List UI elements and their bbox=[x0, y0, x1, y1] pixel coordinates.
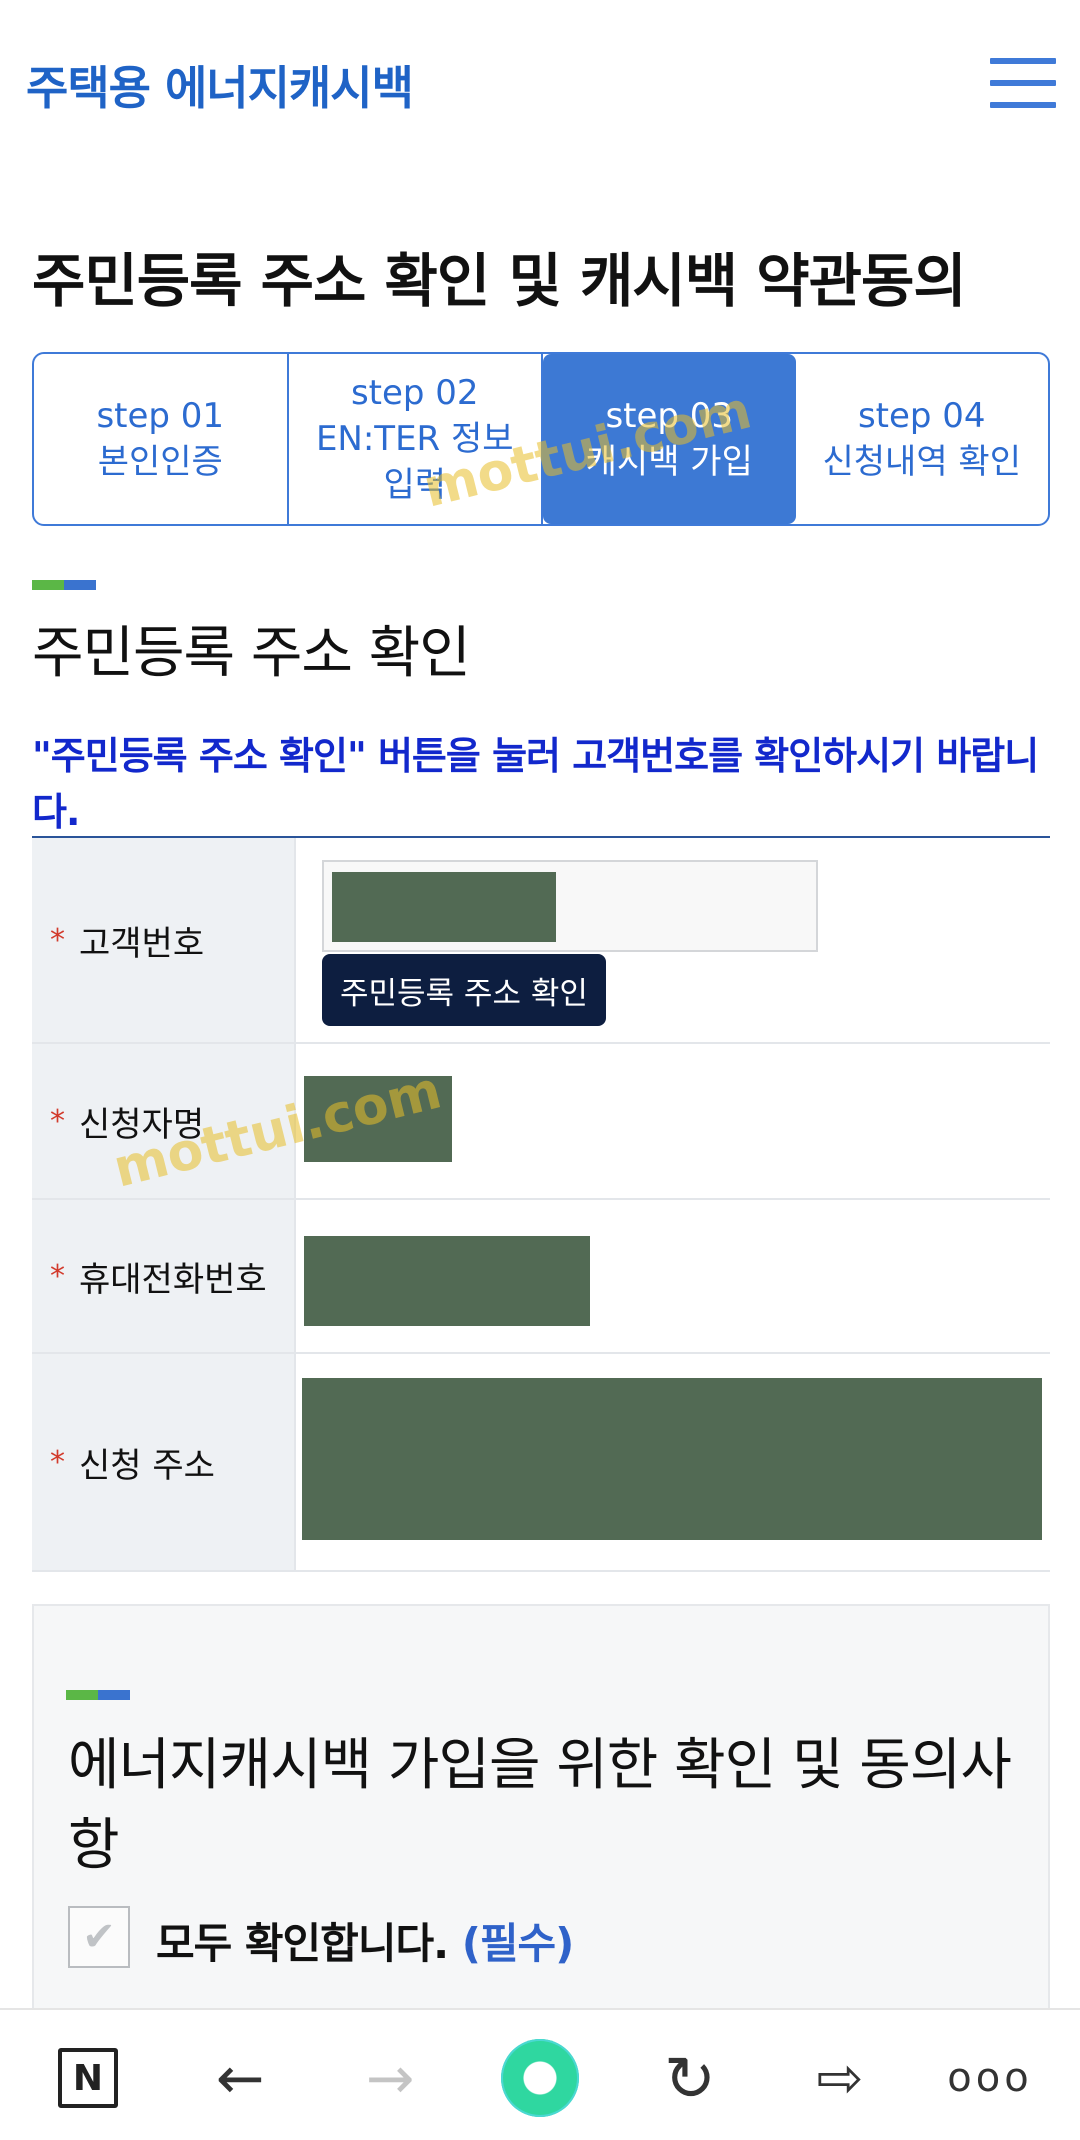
green-dot-button[interactable] bbox=[500, 2038, 580, 2118]
step-label: 신청내역 확인 bbox=[822, 442, 1022, 482]
check-icon: ✔ bbox=[82, 1914, 116, 1960]
site-logo[interactable]: 주택용 에너지캐시백 bbox=[26, 52, 414, 118]
page-title: 주민등록 주소 확인 및 캐시백 약관동의 bbox=[32, 247, 967, 315]
step-number: step 04 bbox=[857, 396, 986, 436]
step-4[interactable]: step 04 신청내역 확인 bbox=[796, 354, 1049, 524]
field-label-text: 신청 주소 bbox=[79, 1445, 215, 1486]
hamburger-menu-icon[interactable] bbox=[990, 58, 1056, 108]
section-accent-bar bbox=[32, 580, 96, 590]
step-label: EN:TER 정보입력 bbox=[315, 419, 514, 505]
required-mark: * bbox=[50, 1444, 65, 1480]
field-label-text: 휴대전화번호 bbox=[79, 1259, 267, 1300]
agree-all-label[interactable]: 모두 확인합니다. (필수) bbox=[156, 1910, 575, 1971]
step-1[interactable]: step 01 본인인증 bbox=[34, 354, 289, 524]
agreement-panel: 에너지캐시백 가입을 위한 확인 및 동의사항 ✔ 모두 확인합니다. (필수) bbox=[32, 1604, 1050, 2024]
step-2[interactable]: step 02 EN:TER 정보입력 bbox=[289, 354, 543, 524]
notice-text: "주민등록 주소 확인" 버튼을 눌러 고객번호를 확인하시기 바랍니다. bbox=[32, 734, 1039, 834]
required-mark: * bbox=[50, 922, 65, 958]
required-mark: * bbox=[50, 1258, 65, 1294]
section-title: 주민등록 주소 확인 bbox=[32, 621, 471, 686]
required-mark: * bbox=[50, 1103, 65, 1139]
field-value bbox=[296, 1200, 1050, 1352]
back-button[interactable]: ← bbox=[200, 2038, 280, 2118]
field-value bbox=[296, 1044, 1050, 1198]
reload-button[interactable]: ↻ bbox=[650, 2038, 730, 2118]
field-value bbox=[296, 1354, 1050, 1570]
field-label-text: 고객번호 bbox=[79, 923, 205, 964]
share-icon: ⇨ bbox=[816, 2045, 864, 2111]
step-number: step 03 bbox=[605, 396, 734, 436]
form-row-applicant-name: * 신청자명 bbox=[32, 1044, 1050, 1200]
redacted-value bbox=[332, 872, 556, 942]
redacted-value bbox=[302, 1378, 1042, 1540]
field-label: * 신청 주소 bbox=[32, 1354, 296, 1570]
reload-icon: ↻ bbox=[664, 2041, 716, 2115]
more-button[interactable]: ooo bbox=[947, 2038, 1033, 2118]
form-row-address: * 신청 주소 bbox=[32, 1354, 1050, 1572]
step-number: step 01 bbox=[96, 396, 225, 436]
redacted-value bbox=[304, 1076, 452, 1162]
naver-n-icon: N bbox=[58, 2048, 118, 2108]
field-value: 주민등록 주소 확인 bbox=[296, 838, 1050, 1042]
redacted-value bbox=[304, 1236, 590, 1326]
step-number: step 02 bbox=[350, 373, 479, 413]
agree-all-checkbox[interactable]: ✔ bbox=[68, 1906, 130, 1968]
naver-home-button[interactable]: N bbox=[48, 2038, 128, 2118]
section-accent-bar bbox=[66, 1690, 130, 1700]
step-3[interactable]: step 03 캐시백 가입 bbox=[543, 354, 796, 524]
arrow-right-icon: → bbox=[365, 2044, 415, 2112]
form-row-mobile-phone: * 휴대전화번호 bbox=[32, 1200, 1050, 1354]
step-indicator: step 01 본인인증 step 02 EN:TER 정보입력 step 03… bbox=[32, 352, 1050, 526]
required-tag: (필수) bbox=[461, 1919, 575, 1968]
address-confirm-button[interactable]: 주민등록 주소 확인 bbox=[322, 954, 606, 1026]
green-dot-icon bbox=[501, 2039, 579, 2117]
form-row-customer-number: * 고객번호 주민등록 주소 확인 bbox=[32, 838, 1050, 1044]
browser-bottom-bar: N ← → ↻ ⇨ ooo bbox=[0, 2008, 1080, 2140]
arrow-left-icon: ← bbox=[215, 2044, 265, 2112]
forward-button[interactable]: → bbox=[350, 2038, 430, 2118]
field-label: * 신청자명 bbox=[32, 1044, 296, 1198]
agree-all-text: 모두 확인합니다. bbox=[156, 1919, 449, 1968]
agreement-title: 에너지캐시백 가입을 위한 확인 및 동의사항 bbox=[68, 1733, 1012, 1878]
step-label: 캐시백 가입 bbox=[585, 442, 753, 482]
address-form: * 고객번호 주민등록 주소 확인 * 신청자명 * 휴대전화번호 * 신청 주… bbox=[32, 836, 1050, 1572]
share-button[interactable]: ⇨ bbox=[800, 2038, 880, 2118]
field-label: * 고객번호 bbox=[32, 838, 296, 1042]
field-label: * 휴대전화번호 bbox=[32, 1200, 296, 1352]
field-label-text: 신청자명 bbox=[79, 1104, 205, 1145]
app-header: 주택용 에너지캐시백 bbox=[0, 0, 1080, 170]
step-label: 본인인증 bbox=[97, 442, 223, 482]
more-dots-icon: ooo bbox=[947, 2055, 1033, 2101]
